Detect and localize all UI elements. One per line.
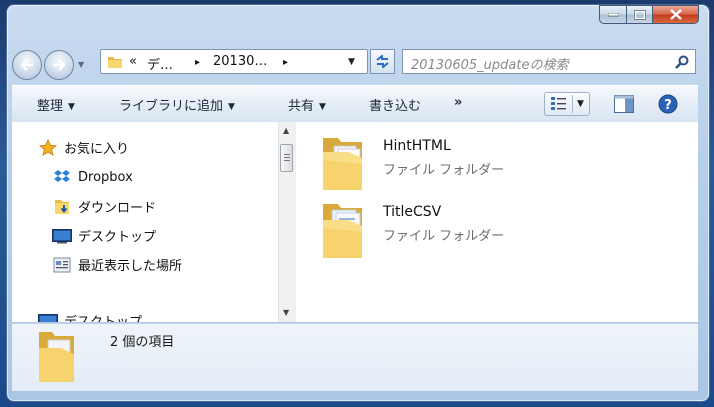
file-list: HintHTML ファイル フォルダー TitleCSV ファイル フォルダー [296, 122, 698, 322]
scroll-thumb[interactable] [280, 144, 293, 172]
view-dropdown-icon[interactable]: ▼ [577, 99, 584, 109]
star-icon [38, 139, 58, 157]
nav-label: デスクトップ [64, 311, 142, 322]
folder-icon [39, 332, 74, 382]
file-name: TitleCSV [383, 204, 442, 220]
desktop-icon [52, 227, 72, 245]
item-count: 2 個の項目 [110, 335, 175, 350]
change-view-button[interactable]: ▼ [544, 92, 590, 116]
search-icon[interactable] [675, 55, 689, 69]
details-pane: 2 個の項目 [12, 323, 698, 391]
nav-desktop-root[interactable]: デスクトップ [38, 311, 142, 322]
file-name: HintHTML [383, 138, 451, 154]
file-type: ファイル フォルダー [383, 163, 505, 178]
back-button[interactable] [12, 50, 42, 80]
dropbox-icon [52, 168, 72, 186]
breadcrumb-overflow[interactable]: « [129, 54, 137, 69]
recent-places-icon [52, 256, 72, 274]
organize-label: 整理 [37, 99, 64, 114]
nav-label: お気に入り [64, 142, 130, 157]
forward-arrow-icon [53, 59, 66, 71]
maximize-icon [633, 9, 646, 20]
add-to-library-button[interactable]: ライブラリに追加 ▼ [119, 95, 235, 114]
refresh-button[interactable] [370, 49, 395, 74]
burn-button[interactable]: 書き込む [369, 95, 421, 114]
breadcrumb-separator[interactable]: ▸ [195, 57, 200, 68]
nav-desktop[interactable]: デスクトップ [52, 226, 156, 245]
breadcrumb-item[interactable]: デ… [147, 54, 173, 73]
chevron-down-icon: ▼ [68, 102, 75, 112]
nav-recent-places[interactable]: 最近表示した場所 [52, 255, 182, 274]
navigation-pane: お気に入り Dropbox ダウンロード デスクトップ 最近表示した場所 デスク… [12, 122, 278, 322]
chevron-down-icon: ▼ [228, 102, 235, 112]
maximize-button[interactable] [626, 5, 653, 24]
search-placeholder: 20130605_updateの検索 [411, 58, 569, 73]
organize-button[interactable]: 整理 ▼ [37, 95, 75, 114]
share-button[interactable]: 共有 ▼ [288, 95, 326, 114]
address-bar[interactable]: « デ… ▸ 20130… ▸ ▼ [100, 49, 368, 74]
preview-pane-icon[interactable] [614, 95, 634, 113]
close-button[interactable] [653, 5, 699, 24]
refresh-icon [376, 55, 389, 68]
burn-label: 書き込む [369, 99, 422, 114]
breadcrumb-separator[interactable]: ▸ [283, 57, 288, 68]
navigation-bar: ▼ « デ… ▸ 20130… ▸ ▼ 20130605_updateの検索 [10, 44, 700, 82]
scroll-down-icon[interactable]: ▼ [283, 308, 289, 317]
divider [572, 95, 573, 113]
nav-label: ダウンロード [78, 201, 157, 216]
forward-button[interactable] [44, 50, 74, 80]
search-box[interactable]: 20130605_updateの検索 [402, 49, 696, 74]
nav-pane-scrollbar[interactable]: ▲ ▼ [278, 122, 296, 322]
list-item[interactable]: HintHTML ファイル フォルダー [320, 134, 504, 192]
details-view-icon [551, 97, 566, 110]
nav-label: Dropbox [78, 169, 133, 185]
folder-icon [108, 57, 122, 68]
nav-label: デスクトップ [78, 230, 157, 245]
back-arrow-icon [20, 59, 33, 71]
file-type: ファイル フォルダー [383, 229, 505, 244]
downloads-folder-icon [52, 198, 72, 216]
nav-downloads[interactable]: ダウンロード [52, 197, 156, 216]
folder-icon [323, 138, 362, 190]
nav-favorites[interactable]: お気に入り [38, 138, 129, 157]
share-label: 共有 [288, 99, 315, 114]
more-commands-button[interactable]: » [454, 95, 462, 110]
minimize-icon [607, 12, 619, 16]
help-icon[interactable]: ? [658, 94, 678, 114]
command-bar: 整理 ▼ ライブラリに追加 ▼ 共有 ▼ 書き込む » ▼ ? [12, 85, 698, 123]
nav-label: 最近表示した場所 [78, 259, 183, 274]
add-to-library-label: ライブラリに追加 [119, 99, 224, 114]
recent-pages-dropdown[interactable]: ▼ [78, 60, 84, 69]
close-icon [669, 9, 682, 20]
minimize-button[interactable] [599, 5, 626, 24]
nav-dropbox[interactable]: Dropbox [52, 168, 133, 186]
scroll-up-icon[interactable]: ▲ [283, 126, 289, 135]
chevron-down-icon: ▼ [319, 102, 326, 112]
desktop-icon [38, 312, 58, 322]
list-item[interactable]: TitleCSV ファイル フォルダー [320, 200, 504, 260]
caption-buttons [599, 5, 699, 24]
svg-text:?: ? [664, 98, 672, 113]
folder-icon [323, 204, 362, 258]
breadcrumb-item[interactable]: 20130… [213, 54, 267, 69]
address-dropdown-icon[interactable]: ▼ [348, 57, 355, 67]
